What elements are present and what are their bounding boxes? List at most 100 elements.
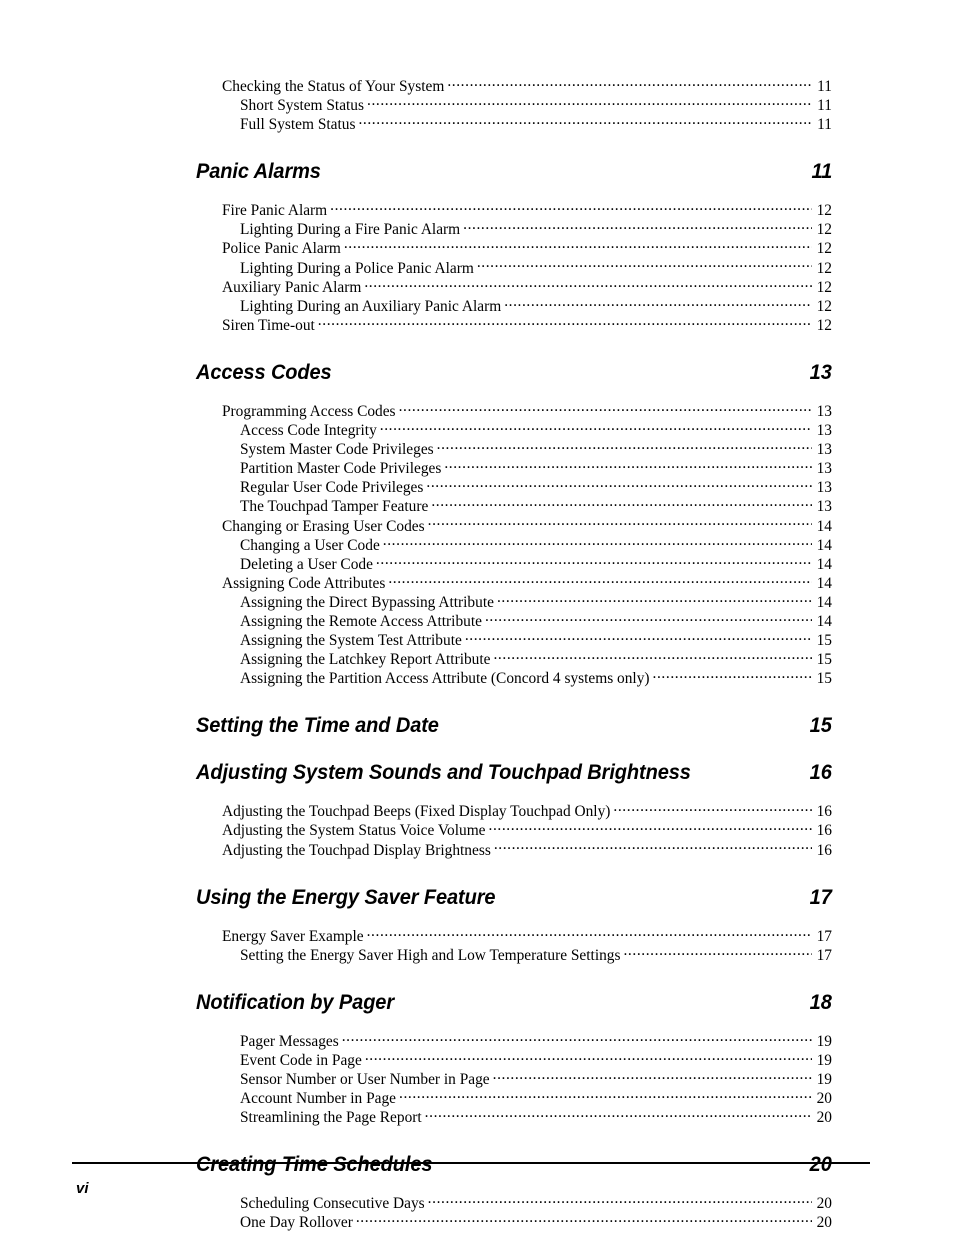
toc-entry-page-number: 14 [816,574,832,592]
toc-entry-row[interactable]: Streamlining the Page Report 20 [196,1107,832,1126]
toc-entry-title: Streamlining the Page Report [240,1109,422,1127]
toc-entry-page-number: 13 [816,441,832,459]
toc-entry-page-number: 12 [816,202,832,220]
toc-entry-row[interactable]: Siren Time-out 12 [196,315,832,334]
toc-chapter-row[interactable]: Notification by Pager 18 [196,990,832,1015]
toc-entry-row[interactable]: Checking the Status of Your System 11 [196,76,832,95]
toc-entry-group: Pager Messages19Event Code in Page19Sens… [196,1031,832,1126]
toc-entry-page-number: 14 [816,517,832,535]
toc-entry-row[interactable]: Setting the Energy Saver High and Low Te… [196,945,832,964]
toc-entry-title: Changing or Erasing User Codes [222,517,425,535]
toc-dot-leader [367,926,812,941]
footer-page-number: vi [76,1180,89,1197]
toc-entry-title: Assigning the Partition Access Attribute… [240,670,650,688]
toc-entry-row[interactable]: One Day Rollover 20 [196,1212,832,1231]
toc-entry-row[interactable]: Changing a User Code 14 [196,535,832,554]
toc-entry-title: Fire Panic Alarm [222,202,328,220]
toc-dot-leader [376,554,812,569]
toc-entry-title: Full System Status [240,116,356,134]
toc-dot-leader [493,649,812,664]
toc-entry-title: Account Number in Page [240,1090,397,1108]
toc-entry-page-number: 12 [816,297,832,315]
toc-dot-leader [428,1193,812,1208]
toc-entry-title: Checking the Status of Your System [222,78,445,95]
toc-entry-page-number: 17 [816,927,832,945]
toc-entry-row[interactable]: Assigning the Latchkey Report Attribute 1… [196,649,832,668]
toc-entry-row[interactable]: Partition Master Code Privileges 13 [196,458,832,477]
toc-chapter-page-number: 13 [809,359,832,384]
toc-entry-row[interactable]: Police Panic Alarm 12 [196,238,832,257]
toc-entry-title: Programming Access Codes [222,402,396,420]
toc-entry-row[interactable]: Regular User Code Privileges 13 [196,477,832,496]
toc-entry-row[interactable]: Energy Saver Example 17 [196,926,832,945]
toc-entry-title: Auxiliary Panic Alarm [222,278,362,296]
toc-entry-row[interactable]: Changing or Erasing User Codes 14 [196,516,832,535]
toc-entry-row[interactable]: Fire Panic Alarm 12 [196,200,832,219]
toc-chapter-row[interactable]: Using the Energy Saver Feature 17 [196,885,832,910]
toc-entry-group: Scheduling Consecutive Days20One Day Rol… [196,1193,832,1231]
toc-entry-row[interactable]: Deleting a User Code 14 [196,554,832,573]
toc-entry-row[interactable]: Adjusting the Touchpad Display Brightnes… [196,840,832,859]
toc-chapter-title: Adjusting System Sounds and Touchpad Bri… [196,760,691,785]
toc-entry-title: Adjusting the System Status Voice Volume [222,822,486,840]
toc-entry-row[interactable]: Adjusting the System Status Voice Volume… [196,820,832,839]
toc-entry-row[interactable]: Lighting During an Auxiliary Panic Alarm… [196,296,832,315]
toc-chapter-row[interactable]: Setting the Time and Date 15 [196,713,832,738]
toc-entry-page-number: 12 [816,316,832,334]
toc-entry-row[interactable]: Adjusting the Touchpad Beeps (Fixed Disp… [196,801,832,820]
toc-entry-title: Changing a User Code [240,536,380,554]
toc-dot-leader [437,439,812,454]
toc-entry-title: Setting the Energy Saver High and Low Te… [240,946,621,964]
toc-entry-group: Fire Panic Alarm12Lighting During a Fire… [196,200,832,334]
toc-entry-row[interactable]: Event Code in Page 19 [196,1050,832,1069]
toc-entry-row[interactable]: Lighting During a Police Panic Alarm 12 [196,258,832,277]
toc-entry-row[interactable]: Lighting During a Fire Panic Alarm 12 [196,219,832,238]
toc-entry-row[interactable]: Assigning the Partition Access Attribute… [196,668,832,687]
toc-entry-row[interactable]: Account Number in Page 20 [196,1088,832,1107]
toc-entry-page-number: 14 [816,593,832,611]
toc-dot-leader [504,296,812,311]
toc-entry-title: Assigning the System Test Attribute [240,632,462,650]
toc-entry-row[interactable]: Sensor Number or User Number in Page 19 [196,1069,832,1088]
toc-entry-title: Lighting During a Fire Panic Alarm [240,221,461,239]
toc-chapter-page-number: 17 [809,884,832,909]
toc-dot-leader [330,200,812,215]
toc-entry-title: Energy Saver Example [222,927,364,945]
toc-entry-row[interactable]: Access Code Integrity 13 [196,420,832,439]
toc-entry-row[interactable]: Full System Status 11 [196,114,832,133]
toc-entry-page-number: 20 [816,1109,832,1127]
toc-dot-leader [494,840,812,855]
toc-chapter-row[interactable]: Creating Time Schedules 20 [196,1152,832,1177]
toc-entry-page-number: 19 [816,1051,832,1069]
toc-entry-row[interactable]: Assigning the Direct Bypassing Attribute… [196,592,832,611]
toc-entry-title: Sensor Number or User Number in Page [240,1071,490,1088]
toc-entry-row[interactable]: Assigning Code Attributes 14 [196,573,832,592]
toc-chapter-row[interactable]: Adjusting System Sounds and Touchpad Bri… [196,760,832,785]
toc-dot-leader [489,820,812,835]
toc-dot-leader [426,477,812,492]
toc-entry-row[interactable]: Assigning the Remote Access Attribute 14 [196,611,832,630]
toc-dot-leader [399,1088,812,1103]
toc-dot-leader [613,801,812,816]
toc-entry-page-number: 11 [817,78,832,95]
toc-entry-page-number: 13 [816,402,832,420]
table-of-contents-list: Checking the Status of Your System 11Shor… [196,76,832,1231]
toc-entry-page-number: 15 [816,670,832,688]
toc-entry-row[interactable]: System Master Code Privileges 13 [196,439,832,458]
toc-entry-row[interactable]: Assigning the System Test Attribute 15 [196,630,832,649]
toc-entry-row[interactable]: The Touchpad Tamper Feature 13 [196,496,832,515]
toc-entry-row[interactable]: Short System Status 11 [196,95,832,114]
toc-entry-title: System Master Code Privileges [240,441,434,459]
toc-chapter-row[interactable]: Panic Alarms 11 [196,159,832,184]
toc-dot-leader [428,516,812,531]
toc-dot-leader [623,945,812,960]
toc-chapter-title: Creating Time Schedules [196,1152,433,1177]
toc-entry-page-number: 16 [816,822,832,840]
toc-entry-title: Lighting During an Auxiliary Panic Alarm [240,297,502,315]
toc-entry-row[interactable]: Programming Access Codes 13 [196,401,832,420]
toc-entry-row[interactable]: Pager Messages 19 [196,1031,832,1050]
toc-entry-row[interactable]: Scheduling Consecutive Days 20 [196,1193,832,1212]
toc-dot-leader [477,258,812,273]
toc-chapter-row[interactable]: Access Codes 13 [196,360,832,385]
toc-entry-row[interactable]: Auxiliary Panic Alarm 12 [196,277,832,296]
